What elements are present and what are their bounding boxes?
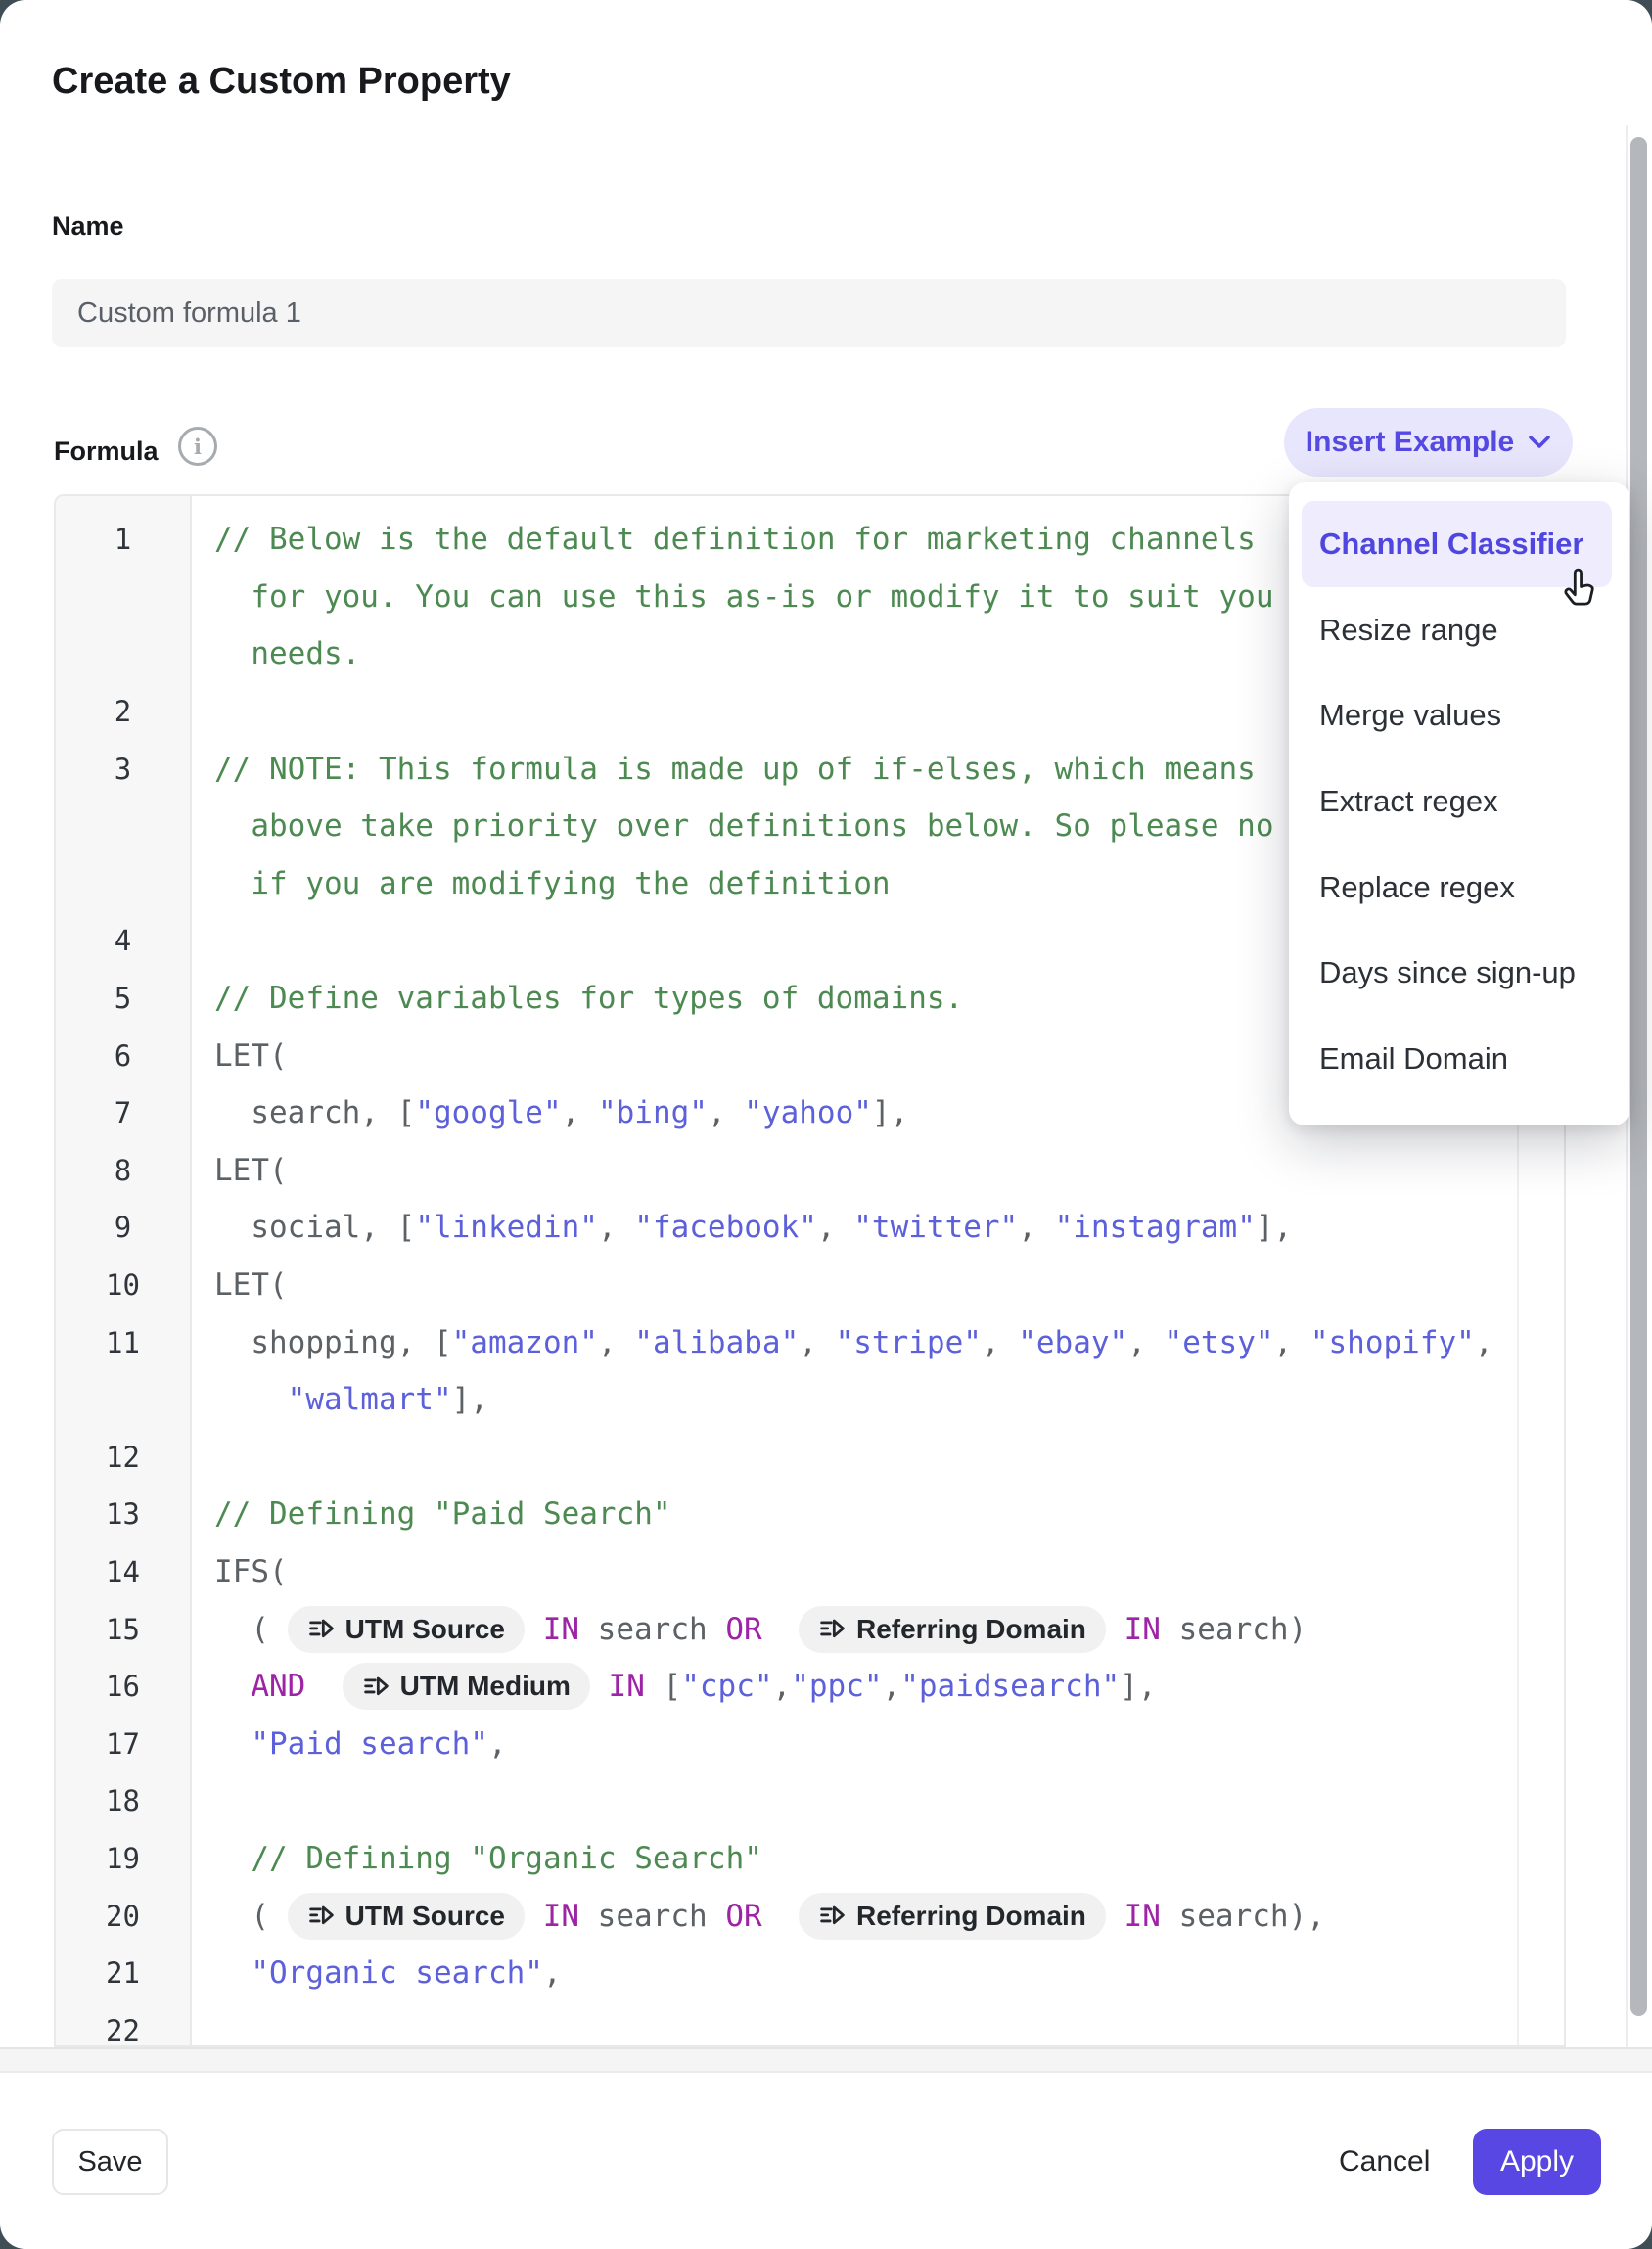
code-line: 12 [56, 1429, 1564, 1487]
line-number: 2 [56, 695, 190, 728]
modal-scrollbar-thumb[interactable] [1630, 137, 1647, 2016]
code-line: 18 [56, 1772, 1564, 1830]
text-select-cursor-icon [818, 1902, 847, 1930]
menu-item-email-domain[interactable]: Email Domain [1302, 1016, 1612, 1102]
apply-button[interactable]: Apply [1473, 2129, 1601, 2195]
code-line-content: "walmart"], [190, 1382, 488, 1417]
horizontal-scrollbar-track[interactable] [0, 2047, 1652, 2073]
line-number: 20 [56, 1900, 190, 1933]
line-number: 4 [56, 924, 190, 957]
code-line: 17 "Paid search", [56, 1715, 1564, 1772]
code-line-content: // Define variables for types of domains… [190, 981, 963, 1016]
menu-item-merge-values[interactable]: Merge values [1302, 672, 1612, 758]
page-title: Create a Custom Property [52, 61, 511, 103]
line-number: 18 [56, 1784, 190, 1817]
code-line-content: above take priority over definitions bel… [190, 808, 1274, 844]
line-number: 11 [56, 1326, 190, 1359]
code-line: 13// Defining "Paid Search" [56, 1486, 1564, 1543]
create-custom-property-modal: Create a Custom Property Name Formula i … [0, 0, 1652, 2249]
line-number: 16 [56, 1670, 190, 1703]
code-line: 11 shopping, ["amazon", "alibaba", "stri… [56, 1313, 1564, 1371]
code-line-content: shopping, ["amazon", "alibaba", "stripe"… [190, 1325, 1493, 1360]
line-number: 5 [56, 982, 190, 1015]
code-line-content: ( UTM Source IN search OR Referring Doma… [190, 1893, 1325, 1940]
code-line-content: social, ["linkedin", "facebook", "twitte… [190, 1210, 1292, 1245]
text-select-cursor-icon [362, 1673, 390, 1701]
code-line-content: IFS( [190, 1554, 288, 1589]
code-line: 9 social, ["linkedin", "facebook", "twit… [56, 1199, 1564, 1257]
line-number: 7 [56, 1096, 190, 1129]
info-icon[interactable]: i [178, 427, 217, 466]
insert-example-button[interactable]: Insert Example [1284, 408, 1573, 477]
code-line: 19 // Defining "Organic Search" [56, 1830, 1564, 1888]
code-line-content: if you are modifying the definition [190, 866, 891, 901]
code-line: "walmart"], [56, 1371, 1564, 1429]
menu-item-days-since-sign-up[interactable]: Days since sign-up [1302, 930, 1612, 1016]
code-line: 14IFS( [56, 1543, 1564, 1601]
code-line-content: ( UTM Source IN search OR Referring Doma… [190, 1606, 1307, 1653]
code-line: 22 [56, 2001, 1564, 2047]
code-line-content: search, ["google", "bing", "yahoo"], [190, 1095, 908, 1130]
code-line-content: LET( [190, 1038, 288, 1074]
code-line-content: needs. [190, 636, 360, 671]
code-line: 21 "Organic search", [56, 1945, 1564, 2002]
line-number: 14 [56, 1555, 190, 1588]
menu-item-extract-regex[interactable]: Extract regex [1302, 758, 1612, 845]
property-chip[interactable]: UTM Source [288, 1606, 525, 1653]
line-number: 3 [56, 753, 190, 786]
code-line-content: "Organic search", [190, 1955, 562, 1991]
property-chip-label: UTM Source [345, 1614, 505, 1645]
menu-item-channel-classifier[interactable]: Channel Classifier [1302, 501, 1612, 587]
name-input[interactable] [52, 279, 1566, 347]
line-number: 9 [56, 1211, 190, 1244]
insert-example-dropdown: Channel ClassifierResize rangeMerge valu… [1289, 482, 1629, 1125]
line-number: 15 [56, 1613, 190, 1646]
property-chip-label: Referring Domain [856, 1614, 1086, 1645]
line-number: 17 [56, 1727, 190, 1761]
property-chip[interactable]: UTM Medium [343, 1663, 590, 1710]
line-number: 1 [56, 523, 190, 556]
text-select-cursor-icon [818, 1615, 847, 1643]
line-number: 13 [56, 1497, 190, 1531]
cancel-button[interactable]: Cancel [1323, 2129, 1446, 2195]
code-line-content: // NOTE: This formula is made up of if-e… [190, 752, 1256, 787]
code-line: 8LET( [56, 1142, 1564, 1200]
line-number: 21 [56, 1956, 190, 1990]
menu-item-replace-regex[interactable]: Replace regex [1302, 845, 1612, 931]
code-line: 15 ( UTM Source IN search OR Referring D… [56, 1600, 1564, 1658]
code-line: 16 AND UTM Medium IN ["cpc","ppc","paids… [56, 1658, 1564, 1716]
chevron-down-icon [1528, 435, 1551, 450]
property-chip[interactable]: Referring Domain [799, 1606, 1106, 1653]
line-number: 12 [56, 1441, 190, 1474]
save-button[interactable]: Save [52, 2129, 168, 2195]
line-number: 10 [56, 1268, 190, 1302]
menu-item-resize-range[interactable]: Resize range [1302, 587, 1612, 673]
insert-example-label: Insert Example [1306, 426, 1514, 459]
property-chip[interactable]: Referring Domain [799, 1893, 1106, 1940]
code-line: 10LET( [56, 1257, 1564, 1314]
code-line-content: "Paid search", [190, 1726, 507, 1762]
formula-label: Formula [54, 436, 159, 467]
line-number: 6 [56, 1039, 190, 1073]
property-chip-label: UTM Source [345, 1901, 505, 1932]
name-label: Name [52, 211, 124, 242]
text-select-cursor-icon [307, 1615, 336, 1643]
code-line: 20 ( UTM Source IN search OR Referring D… [56, 1887, 1564, 1945]
property-chip-label: UTM Medium [400, 1671, 571, 1702]
code-line-content: LET( [190, 1153, 288, 1188]
line-number: 8 [56, 1154, 190, 1187]
line-number: 19 [56, 1842, 190, 1875]
code-line-content: // Below is the default definition for m… [190, 522, 1256, 557]
property-chip[interactable]: UTM Source [288, 1893, 525, 1940]
code-line-content: AND UTM Medium IN ["cpc","ppc","paidsear… [190, 1663, 1157, 1710]
text-select-cursor-icon [307, 1902, 336, 1930]
line-number: 22 [56, 2014, 190, 2047]
code-line-content: LET( [190, 1267, 288, 1303]
property-chip-label: Referring Domain [856, 1901, 1086, 1932]
code-line-content: for you. You can use this as-is or modif… [190, 579, 1274, 615]
code-line-content: // Defining "Organic Search" [190, 1841, 762, 1876]
code-line-content: // Defining "Paid Search" [190, 1496, 671, 1532]
